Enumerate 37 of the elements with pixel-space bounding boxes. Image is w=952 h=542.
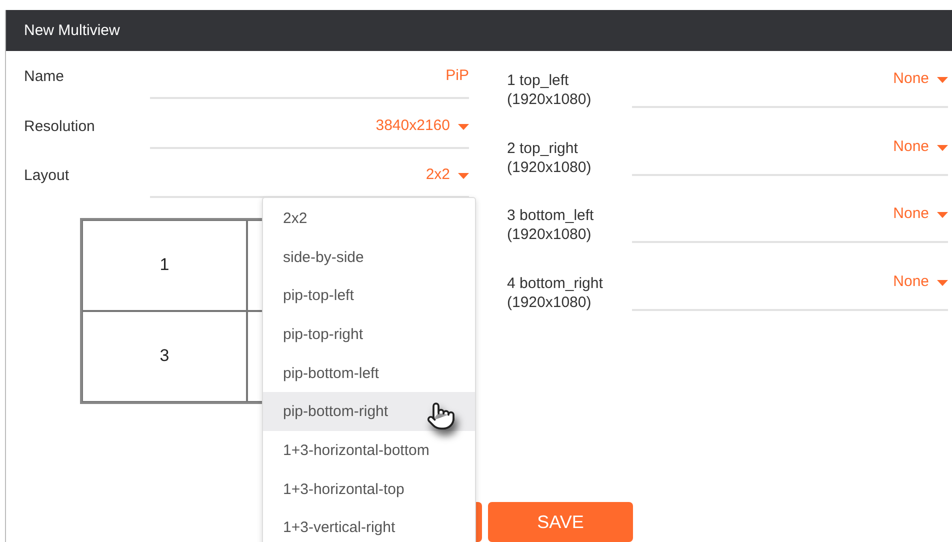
source-label: 4 bottom_right — [507, 274, 604, 292]
source-resolution: (1920x1080) — [507, 292, 592, 312]
source-label: 2 top_right — [507, 138, 579, 158]
field-value: None — [893, 205, 929, 224]
dropdown-option[interactable]: pip-bottom-right — [263, 392, 475, 432]
window-title: New Multiview — [24, 22, 120, 39]
source-label: 1 top_left — [507, 71, 570, 90]
caret-icon — [937, 212, 948, 218]
field-value: None — [893, 70, 929, 89]
dropdown-option[interactable]: 2x2 — [263, 199, 475, 238]
caret-icon — [937, 144, 948, 150]
layout-cell: 3 — [82, 310, 247, 402]
dropdown-option[interactable]: 1+3-horizontal-top — [263, 470, 475, 508]
field-label: Layout — [24, 166, 70, 184]
source-label: 3 bottom_left — [507, 206, 595, 225]
caret-icon — [458, 173, 469, 179]
caret-icon — [458, 124, 469, 130]
source-resolution: (1920x1080) — [507, 90, 592, 109]
layout-cell: 1 — [82, 220, 247, 310]
field-value: 3840x2160 — [376, 116, 450, 134]
caret-icon — [937, 77, 948, 83]
source-resolution: (1920x1080) — [507, 225, 592, 244]
dropdown-option[interactable]: pip-top-right — [263, 315, 475, 354]
field-value: None — [893, 138, 929, 156]
dropdown-option[interactable]: 1+3-horizontal-bottom — [263, 431, 475, 470]
hand-cursor-icon — [426, 401, 456, 431]
caret-icon — [937, 280, 948, 286]
field-value: 2x2 — [426, 166, 450, 183]
source-resolution: (1920x1080) — [507, 158, 592, 176]
field-value: None — [893, 272, 929, 292]
dropdown-option[interactable]: pip-top-left — [263, 276, 475, 316]
dropdown-option[interactable]: 1+3-vertical-right — [263, 508, 475, 542]
field-label: Resolution — [24, 116, 96, 134]
field-value: PiP — [446, 67, 469, 84]
dropdown-option[interactable]: side-by-side — [263, 238, 475, 276]
field-label: Name — [24, 67, 66, 85]
dropdown-option[interactable]: pip-bottom-left — [263, 354, 475, 392]
